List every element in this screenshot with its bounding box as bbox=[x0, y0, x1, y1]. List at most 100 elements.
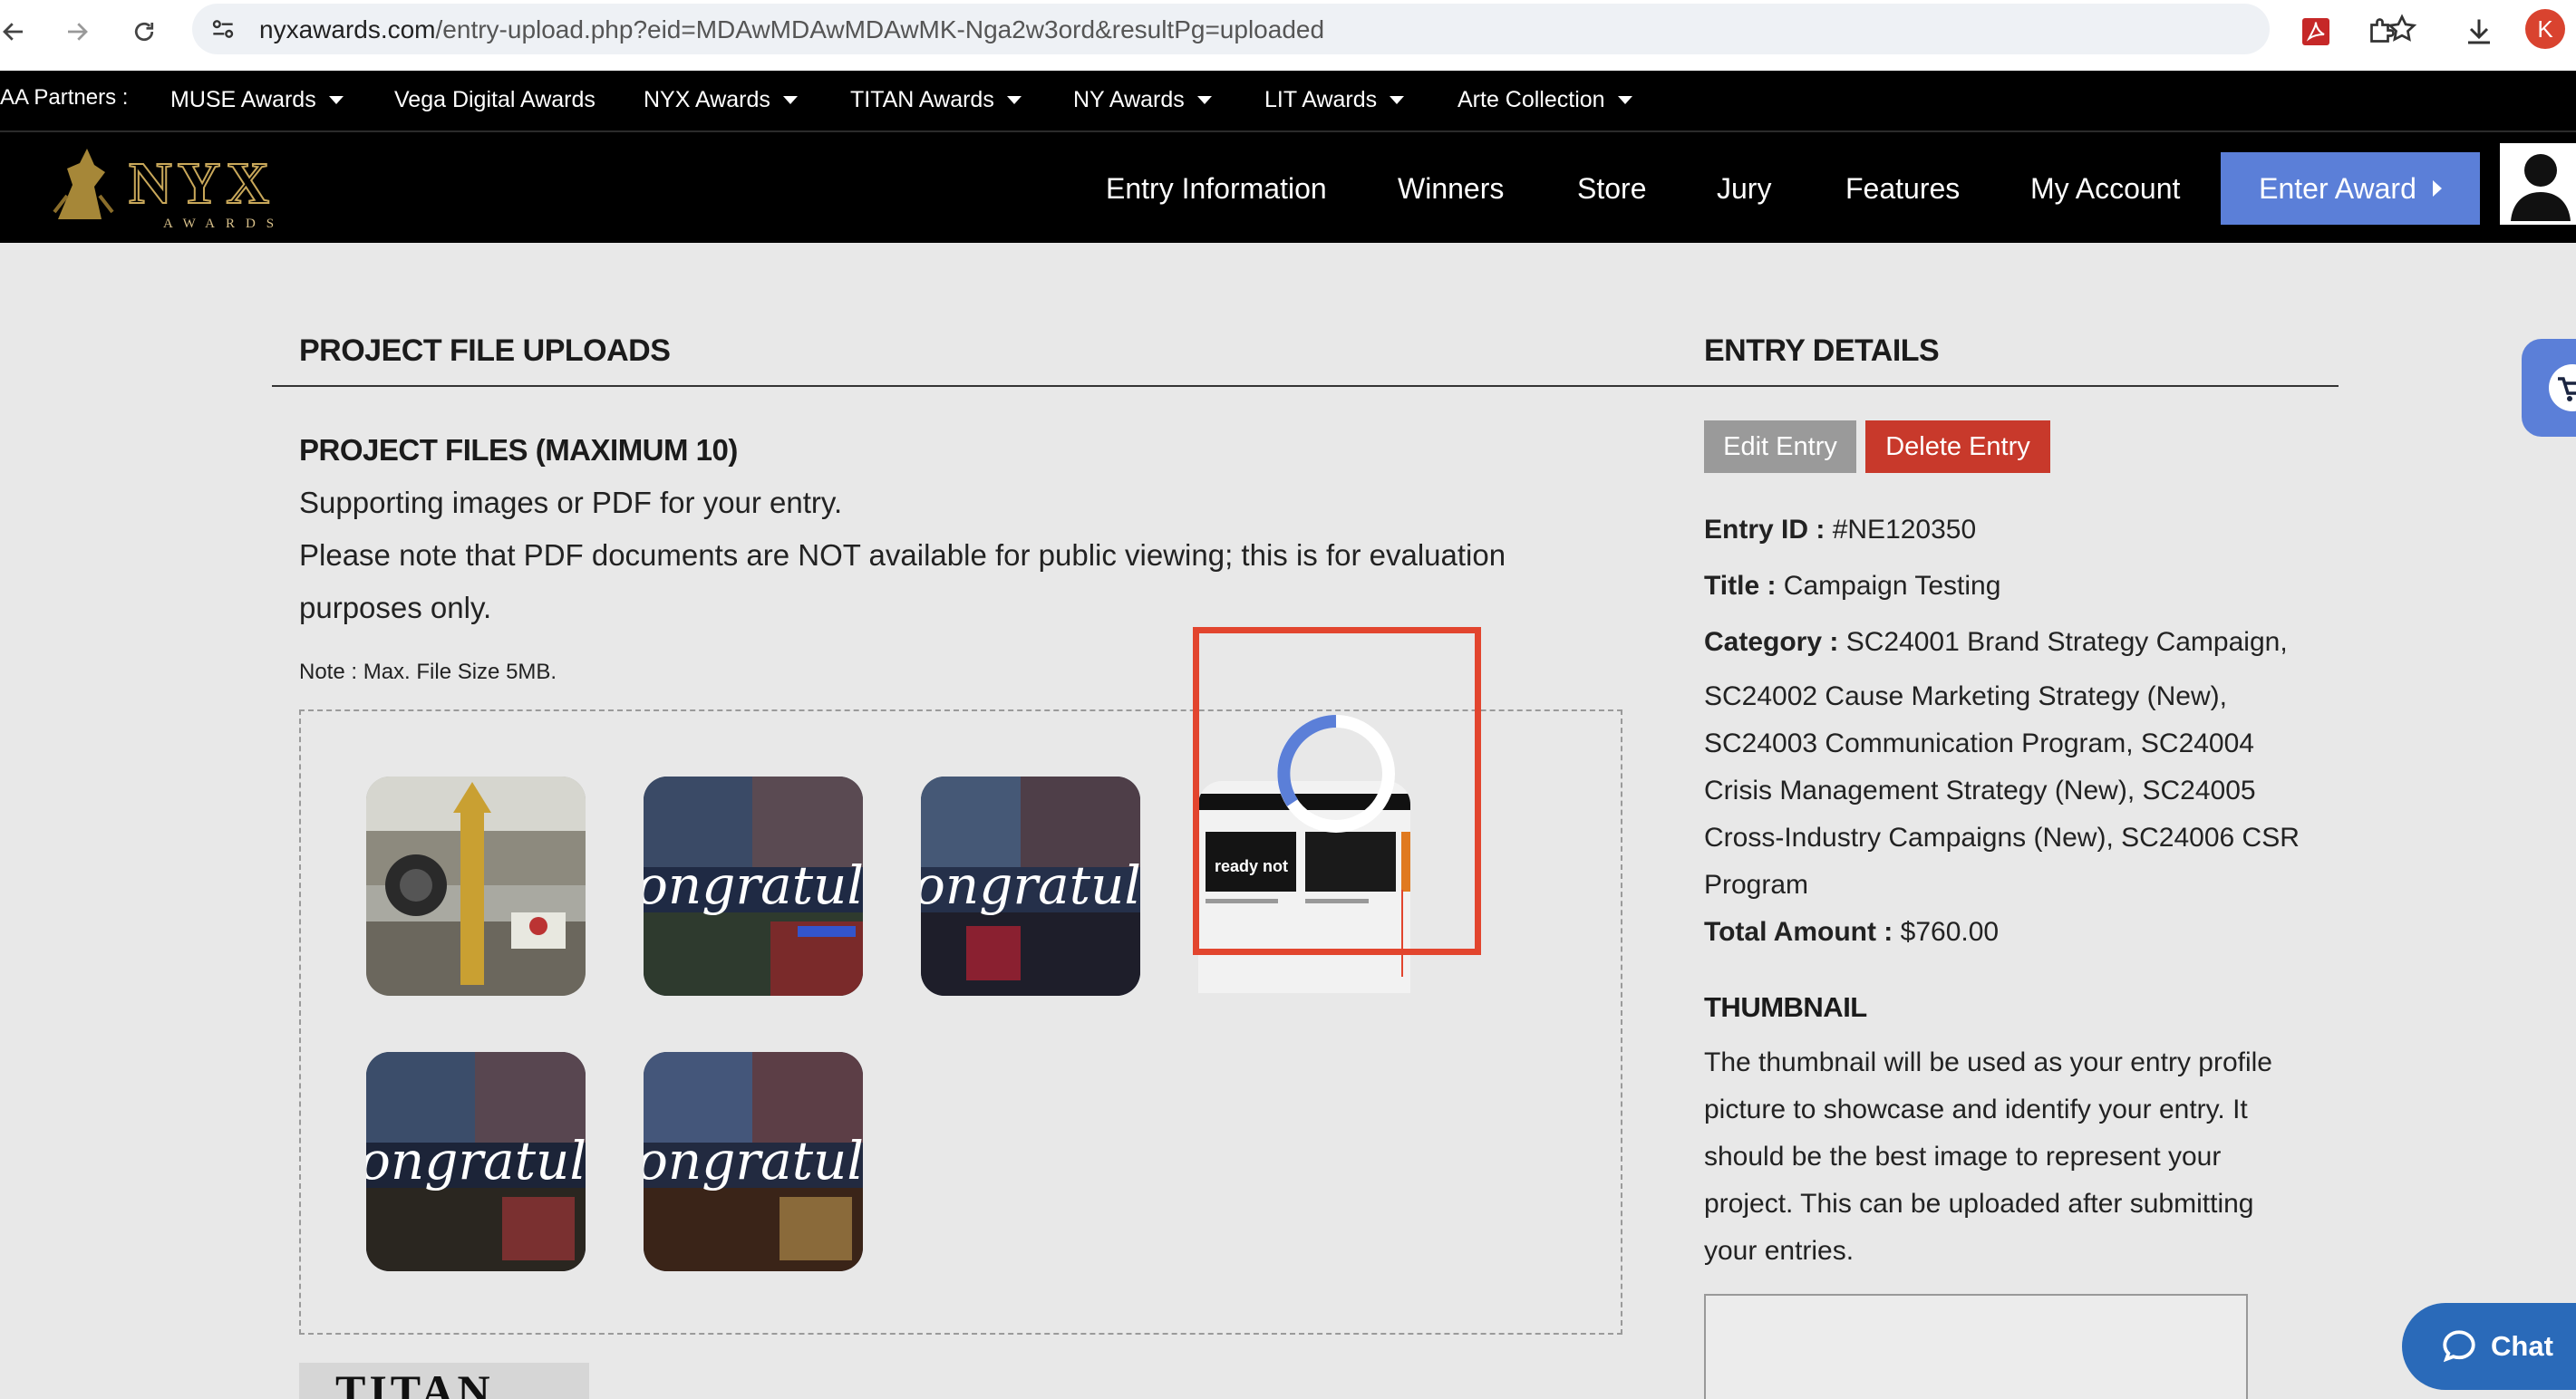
pdf-notice-text-cont: purposes only. bbox=[299, 591, 492, 624]
url-text: nyxawards.com/entry-upload.php?eid=MDAwM… bbox=[259, 15, 1324, 44]
download-icon[interactable] bbox=[2455, 7, 2503, 56]
loading-spinner-icon bbox=[1273, 710, 1399, 837]
partners-label: AA Partners : bbox=[0, 85, 129, 110]
chat-label: Chat bbox=[2491, 1330, 2553, 1362]
thumbnail-upload-box[interactable] bbox=[1704, 1294, 2248, 1399]
partner-ny-awards[interactable]: NY Awards bbox=[1073, 87, 1212, 113]
entry-details-heading: ENTRY DETAILS bbox=[1704, 333, 1940, 368]
section-divider bbox=[272, 385, 2339, 387]
caret-down-icon bbox=[1196, 96, 1212, 104]
url-host: nyxawards.com bbox=[259, 15, 436, 43]
entry-id-row: Entry ID : #NE120350 bbox=[1704, 515, 1976, 545]
titan-logo-partial: TITAN bbox=[299, 1363, 589, 1399]
thumbnail-heading: THUMBNAIL bbox=[1704, 991, 1867, 1023]
extensions-puzzle-icon[interactable] bbox=[2357, 7, 2406, 56]
nav-my-account[interactable]: My Account bbox=[2030, 172, 2180, 206]
partners-bar: AA Partners : MUSE Awards Vega Digital A… bbox=[0, 71, 2576, 130]
uploaded-file-thumbnail[interactable]: ongratulati bbox=[644, 777, 863, 996]
uploaded-file-thumbnail[interactable] bbox=[366, 777, 586, 996]
category-row: Category : SC24001 Brand Strategy Campai… bbox=[1704, 627, 2288, 658]
category-line: SC24002 Cause Marketing Strategy (New), bbox=[1704, 681, 2227, 711]
partner-muse-awards[interactable]: MUSE Awards bbox=[170, 87, 344, 113]
caret-down-icon bbox=[1006, 96, 1022, 104]
thumbnail-description: project. This can be uploaded after subm… bbox=[1704, 1189, 2254, 1219]
chat-button[interactable]: Chat bbox=[2402, 1303, 2576, 1390]
thumbnail-description: should be the best image to represent yo… bbox=[1704, 1142, 2222, 1172]
titan-logo-text: TITAN bbox=[335, 1365, 494, 1399]
title-value: Campaign Testing bbox=[1783, 571, 2001, 601]
category-line: Program bbox=[1704, 870, 1809, 900]
project-file-uploads-heading: PROJECT FILE UPLOADS bbox=[299, 333, 671, 368]
nav-winners[interactable]: Winners bbox=[1398, 172, 1504, 206]
cart-icon bbox=[2549, 364, 2576, 411]
total-amount-row: Total Amount : $760.00 bbox=[1704, 917, 1999, 948]
site-header: NYX AWARDS Entry Information Winners Sto… bbox=[0, 130, 2576, 243]
profile-avatar[interactable]: K bbox=[2525, 9, 2565, 49]
cart-tab[interactable] bbox=[2522, 339, 2576, 437]
total-amount-value: $760.00 bbox=[1900, 917, 2000, 947]
file-size-note: Note : Max. File Size 5MB. bbox=[299, 660, 557, 684]
total-amount-label: Total Amount : bbox=[1704, 917, 1893, 947]
browser-toolbar: nyxawards.com/entry-upload.php?eid=MDAwM… bbox=[0, 0, 2576, 71]
enter-award-label: Enter Award bbox=[2259, 171, 2416, 205]
thumbnail-description: picture to showcase and identify your en… bbox=[1704, 1095, 2248, 1124]
logo-subtext: AWARDS bbox=[163, 217, 285, 231]
caret-down-icon bbox=[1617, 96, 1632, 104]
category-label: Category : bbox=[1704, 627, 1839, 657]
caret-down-icon bbox=[1390, 96, 1405, 104]
uploaded-file-thumbnail[interactable]: ongratulati bbox=[921, 777, 1140, 996]
pdf-notice-text: Please note that PDF documents are NOT a… bbox=[299, 538, 1506, 572]
partner-lit-awards[interactable]: LIT Awards bbox=[1264, 87, 1405, 113]
address-bar[interactable]: nyxawards.com/entry-upload.php?eid=MDAwM… bbox=[192, 4, 2417, 54]
nav-store[interactable]: Store bbox=[1577, 172, 1646, 206]
category-line: Cross-Industry Campaigns (New), SC24006 … bbox=[1704, 823, 2300, 853]
caret-down-icon bbox=[328, 96, 344, 104]
uploaded-file-thumbnail[interactable]: ongratulati bbox=[644, 1052, 863, 1271]
chat-bubble-icon bbox=[2443, 1330, 2475, 1363]
caret-right-icon bbox=[2432, 180, 2442, 197]
forward-icon[interactable] bbox=[53, 7, 102, 56]
back-icon[interactable] bbox=[0, 7, 38, 56]
partner-vega-digital-awards[interactable]: Vega Digital Awards bbox=[394, 87, 596, 113]
partner-label: NY Awards bbox=[1073, 87, 1185, 112]
partner-arte-collection[interactable]: Arte Collection bbox=[1457, 87, 1632, 113]
nav-entry-information[interactable]: Entry Information bbox=[1106, 172, 1327, 206]
reload-icon[interactable] bbox=[120, 7, 169, 56]
partner-titan-awards[interactable]: TITAN Awards bbox=[850, 87, 1022, 113]
enter-award-button[interactable]: Enter Award bbox=[2221, 152, 2480, 225]
pdf-extension-icon[interactable] bbox=[2291, 7, 2340, 56]
partner-label: LIT Awards bbox=[1264, 87, 1378, 112]
entry-id-label: Entry ID : bbox=[1704, 515, 1825, 545]
nav-jury[interactable]: Jury bbox=[1717, 172, 1771, 206]
partner-label: MUSE Awards bbox=[170, 87, 316, 112]
uploaded-file-thumbnail[interactable]: ongratulati bbox=[366, 1052, 586, 1271]
title-row: Title : Campaign Testing bbox=[1704, 571, 2000, 602]
category-line: SC24003 Communication Program, SC24004 bbox=[1704, 728, 2254, 758]
logo-text: NYX bbox=[129, 150, 275, 217]
entry-id-value: #NE120350 bbox=[1832, 515, 1977, 545]
partner-label: Arte Collection bbox=[1457, 87, 1605, 112]
edit-entry-button[interactable]: Edit Entry bbox=[1704, 420, 1856, 473]
thumbnail-overlay-text: ongratulati bbox=[366, 1130, 586, 1192]
nyx-awards-logo[interactable]: NYX AWARDS bbox=[49, 141, 303, 232]
thumbnail-description: your entries. bbox=[1704, 1236, 1855, 1266]
thumbnail-overlay-text: ongratulati bbox=[921, 854, 1140, 916]
delete-entry-button[interactable]: Delete Entry bbox=[1865, 420, 2050, 473]
project-files-heading: PROJECT FILES (MAXIMUM 10) bbox=[299, 433, 738, 467]
partner-label: NYX Awards bbox=[644, 87, 770, 112]
caret-down-icon bbox=[782, 96, 798, 104]
site-settings-icon[interactable] bbox=[208, 14, 237, 48]
thumbnail-description: The thumbnail will be used as your entry… bbox=[1704, 1047, 2272, 1077]
user-account-icon[interactable] bbox=[2500, 143, 2576, 225]
partner-nyx-awards[interactable]: NYX Awards bbox=[644, 87, 798, 113]
partner-label: TITAN Awards bbox=[850, 87, 994, 112]
title-label: Title : bbox=[1704, 571, 1777, 601]
category-line: Crisis Management Strategy (New), SC2400… bbox=[1704, 776, 2256, 806]
nav-features[interactable]: Features bbox=[1845, 172, 1960, 206]
category-value: SC24001 Brand Strategy Campaign, bbox=[1845, 627, 2288, 657]
partner-label: Vega Digital Awards bbox=[394, 87, 596, 112]
thumbnail-overlay-text: ongratulati bbox=[644, 1130, 863, 1192]
supporting-images-text: Supporting images or PDF for your entry. bbox=[299, 486, 843, 519]
url-path: /entry-upload.php?eid=MDAwMDAwMDAwMK-Nga… bbox=[435, 15, 1325, 43]
thumbnail-overlay-text: ongratulati bbox=[644, 854, 863, 916]
